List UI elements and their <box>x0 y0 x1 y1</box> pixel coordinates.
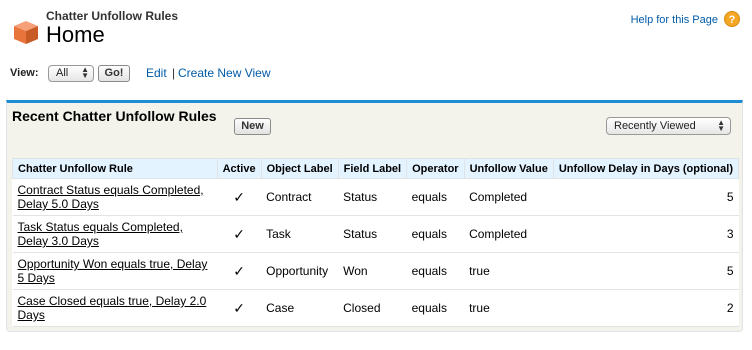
checkmark-icon: ✓ <box>233 299 245 316</box>
col-header-rule[interactable]: Chatter Unfollow Rule <box>12 158 218 179</box>
go-button[interactable]: Go! <box>98 65 130 82</box>
unfollow-value-cell: true <box>464 252 554 290</box>
edit-view-link[interactable]: Edit <box>146 66 167 80</box>
delay-cell: 2 <box>553 289 739 327</box>
panel-title: Recent Chatter Unfollow Rules <box>12 108 217 124</box>
recent-rules-panel: Recent Chatter Unfollow Rules New Recent… <box>6 100 743 332</box>
col-header-field[interactable]: Field Label <box>337 158 408 179</box>
operator-cell: equals <box>406 178 465 216</box>
field-label-cell: Won <box>338 252 407 290</box>
field-label-cell: Status <box>338 178 407 216</box>
field-label-cell: Closed <box>338 289 407 327</box>
col-header-operator[interactable]: Operator <box>406 158 465 179</box>
checkmark-icon: ✓ <box>233 188 245 205</box>
col-header-active[interactable]: Active <box>216 158 262 179</box>
table-row: Opportunity Won equals true, Delay 5 Day… <box>12 252 739 290</box>
delay-cell: 5 <box>553 178 739 216</box>
checkmark-icon: ✓ <box>233 262 245 279</box>
checkmark-icon: ✓ <box>233 225 245 242</box>
view-select-value: All <box>56 67 69 79</box>
page-header: Chatter Unfollow Rules Home Help for thi… <box>10 8 742 52</box>
object-label-cell: Case <box>261 289 339 327</box>
view-label: View: <box>10 67 39 79</box>
unfollow-value-cell: true <box>464 289 554 327</box>
col-header-object[interactable]: Object Label <box>260 158 339 179</box>
recently-viewed-select[interactable]: Recently Viewed ▲ ▼ <box>606 117 731 135</box>
rule-link[interactable]: Opportunity Won equals true, Delay 5 Day… <box>18 257 208 285</box>
object-type-label: Chatter Unfollow Rules <box>46 9 179 23</box>
view-bar: View: All ▲ ▼ Go! Edit | Create New View <box>10 65 410 83</box>
help-link[interactable]: Help for this Page <box>631 14 718 26</box>
recent-select-value: Recently Viewed <box>614 120 696 132</box>
field-label-cell: Status <box>338 215 407 253</box>
rule-link[interactable]: Task Status equals Completed, Delay 3.0 … <box>18 220 183 248</box>
operator-cell: equals <box>406 252 465 290</box>
operator-cell: equals <box>406 289 465 327</box>
delay-cell: 3 <box>553 215 739 253</box>
select-arrows-icon: ▲ ▼ <box>717 118 725 133</box>
new-button[interactable]: New <box>234 118 271 135</box>
rule-link[interactable]: Contract Status equals Completed, Delay … <box>18 183 204 211</box>
table-row: Contract Status equals Completed, Delay … <box>12 178 739 216</box>
col-header-delay[interactable]: Unfollow Delay in Days (optional) <box>552 158 740 179</box>
app-cube-icon <box>14 21 38 44</box>
page-title: Home <box>46 22 105 47</box>
table-row: Case Closed equals true, Delay 2.0 Days … <box>12 289 739 327</box>
view-select[interactable]: All ▲ ▼ <box>48 65 94 82</box>
select-arrows-icon: ▲ ▼ <box>81 65 89 80</box>
unfollow-value-cell: Completed <box>464 215 554 253</box>
table-row: Task Status equals Completed, Delay 3.0 … <box>12 215 739 253</box>
rules-table: Chatter Unfollow Rule Active Object Labe… <box>12 158 740 327</box>
unfollow-value-cell: Completed <box>464 178 554 216</box>
col-header-value[interactable]: Unfollow Value <box>463 158 554 179</box>
object-label-cell: Opportunity <box>261 252 339 290</box>
create-new-view-link[interactable]: Create New View <box>178 66 270 80</box>
object-label-cell: Contract <box>261 178 339 216</box>
rule-link[interactable]: Case Closed equals true, Delay 2.0 Days <box>18 294 207 322</box>
object-label-cell: Task <box>261 215 339 253</box>
help-icon[interactable]: ? <box>724 11 740 27</box>
operator-cell: equals <box>406 215 465 253</box>
link-separator: | <box>172 66 176 80</box>
table-header-row: Chatter Unfollow Rule Active Object Labe… <box>12 158 740 179</box>
delay-cell: 5 <box>553 252 739 290</box>
